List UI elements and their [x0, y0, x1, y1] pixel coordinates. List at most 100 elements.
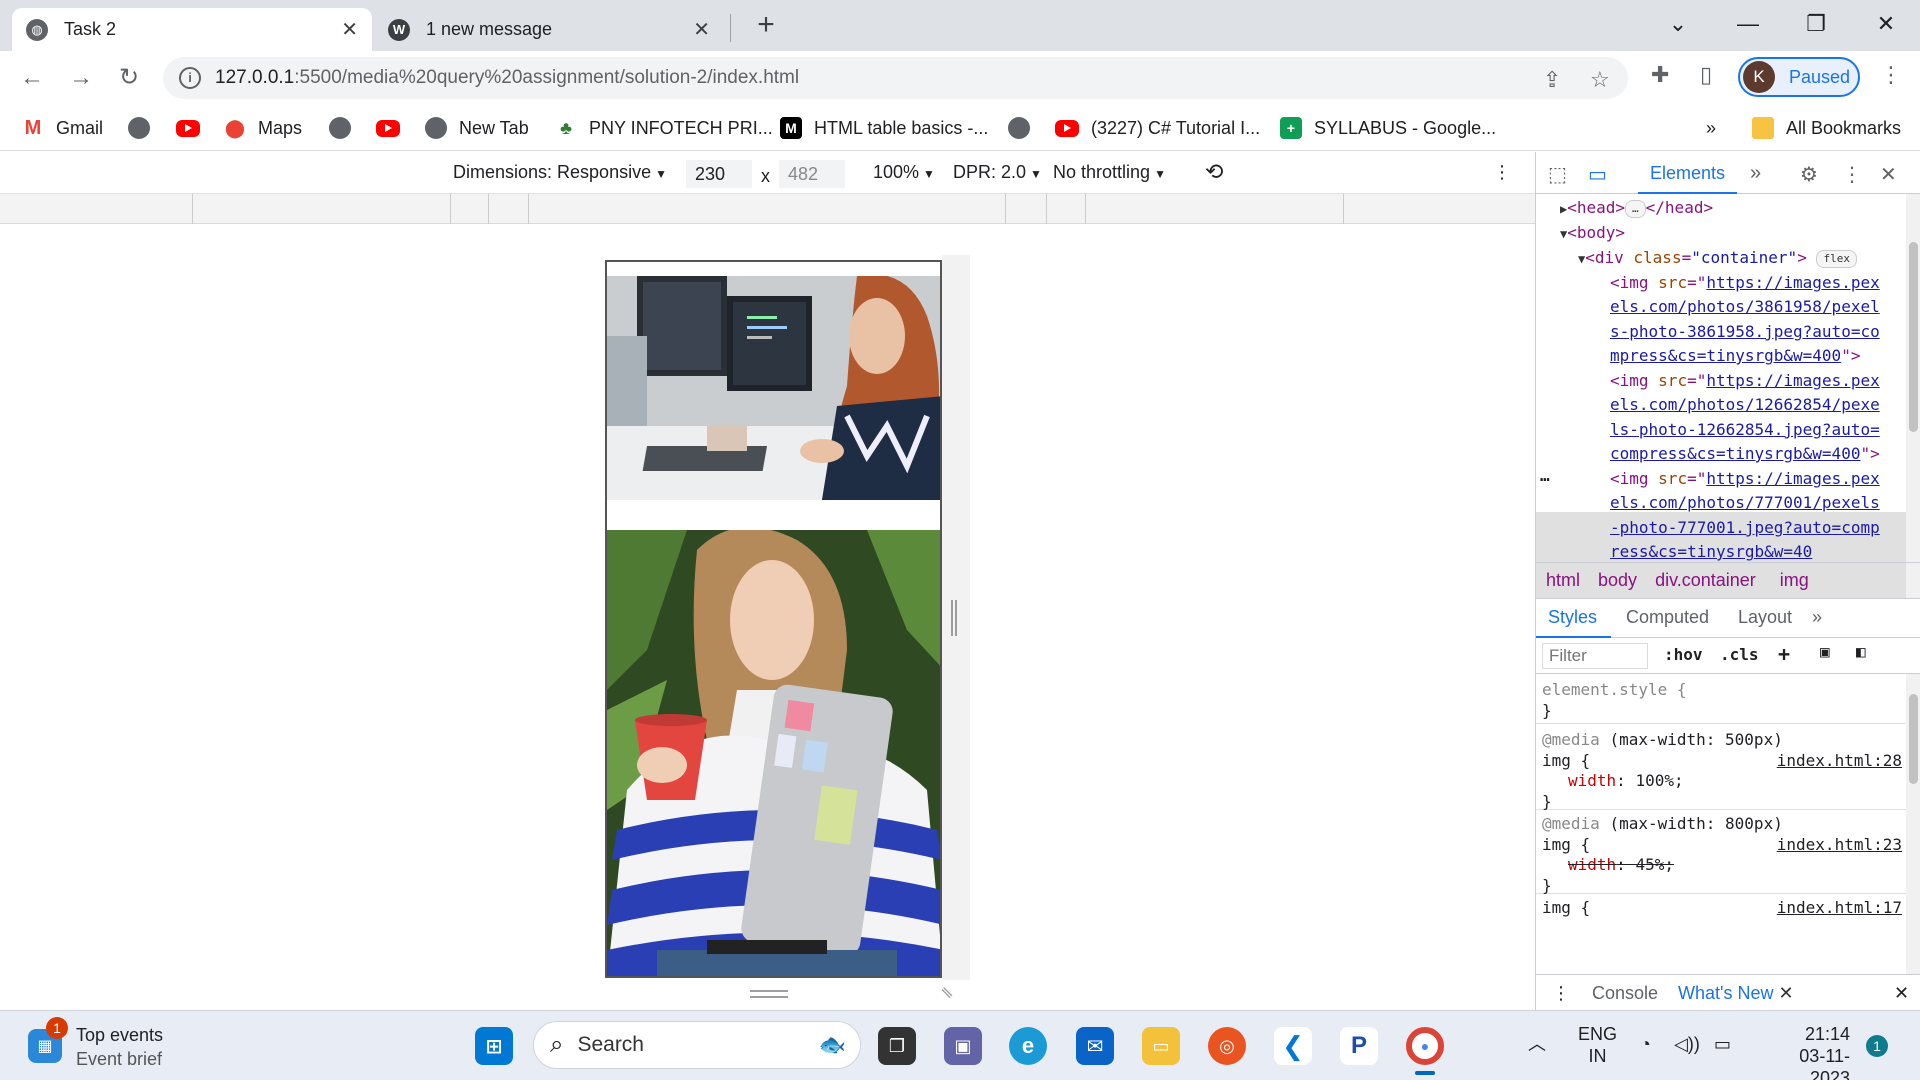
mail-icon[interactable]: ✉	[1076, 1027, 1114, 1065]
bookmark-youtube-1[interactable]	[176, 113, 212, 143]
extensions-icon[interactable]: ✚	[1651, 62, 1669, 88]
gear-icon[interactable]: ⚙	[1800, 162, 1818, 187]
inspect-element-icon[interactable]: ⬚	[1548, 162, 1567, 187]
menu-kebab-icon[interactable]: ⋮	[1880, 62, 1902, 88]
tab-task-2[interactable]: ◍ Task 2 ✕	[12, 8, 372, 51]
rule-media-500[interactable]: @media (max-width: 500px) img {index.htm…	[1536, 730, 1906, 811]
sidebar-toggle-icon[interactable]: ◧	[1856, 642, 1866, 661]
rotate-icon[interactable]: ⟲	[1205, 159, 1223, 185]
close-icon[interactable]: ✕	[693, 17, 710, 42]
bookmark-star-icon[interactable]: ☆	[1590, 67, 1610, 93]
devtools-menu-icon[interactable]: ⋮	[1842, 162, 1862, 187]
media-query-segment[interactable]	[1343, 194, 1344, 224]
height-input[interactable]: 482	[779, 160, 845, 188]
restore-icon[interactable]: ❐	[1786, 4, 1846, 44]
media-query-segment[interactable]	[1046, 194, 1047, 224]
more-tabs-icon[interactable]: »	[1750, 162, 1761, 185]
dom-node-container[interactable]: ▼<div class="container"> flex	[1578, 246, 1857, 272]
vscode-icon[interactable]: ❮	[1274, 1027, 1312, 1065]
side-panel-icon[interactable]: ▯	[1700, 62, 1712, 88]
media-query-bar[interactable]	[0, 194, 1535, 224]
rule-source-link[interactable]: index.html:23	[1777, 835, 1902, 856]
media-query-segment[interactable]	[192, 194, 193, 224]
all-bookmarks[interactable]: All Bookmarks	[1752, 113, 1901, 143]
media-query-segment[interactable]	[1005, 194, 1006, 224]
wifi-icon[interactable]: ◔	[1640, 1033, 1651, 1055]
tab-whats-new[interactable]: What's New ✕	[1678, 983, 1794, 1004]
device-menu-icon[interactable]: ⋮	[1493, 162, 1511, 183]
close-icon[interactable]: ✕	[341, 17, 358, 42]
img-1-url-line[interactable]: els.com/photos/3861958/pexel	[1610, 295, 1880, 320]
media-query-segment[interactable]	[450, 194, 451, 224]
dom-node-head[interactable]: ▶<head>… </head>	[1560, 196, 1713, 222]
tab-computed[interactable]: Computed	[1626, 607, 1709, 628]
bookmark-new-tab[interactable]: New Tab	[425, 113, 529, 143]
language-indicator[interactable]: ENG IN	[1578, 1023, 1617, 1067]
media-query-segment[interactable]	[528, 194, 529, 224]
img-3-url-line[interactable]: els.com/photos/777001/pexels	[1610, 491, 1880, 516]
tab-elements[interactable]: Elements	[1638, 152, 1738, 194]
address-bar[interactable]: i 127.0.0.1:5500/media%20query%20assignm…	[163, 57, 1628, 99]
bookmark-globe-1[interactable]	[128, 113, 162, 143]
battery-icon[interactable]: ▭	[1714, 1033, 1731, 1055]
img-1-url-line[interactable]: s-photo-3861958.jpeg?auto=co	[1610, 320, 1880, 345]
paint-icon[interactable]: ▣	[1820, 642, 1830, 661]
img-1-url-line[interactable]: mpress&cs=tinysrgb&w=400">	[1610, 344, 1860, 369]
rule-media-800[interactable]: @media (max-width: 800px) img {index.htm…	[1536, 814, 1906, 895]
throttling-select[interactable]: No throttling ▼	[1053, 162, 1166, 183]
bookmark-globe-2[interactable]	[329, 113, 363, 143]
dimensions-select[interactable]: Dimensions: Responsive ▼	[453, 162, 667, 183]
crumb-html[interactable]: html	[1546, 570, 1580, 590]
rule-img-base[interactable]: img {index.html:17	[1536, 898, 1906, 938]
rule-declaration-overridden[interactable]: width: 45%;	[1542, 855, 1906, 876]
bookmark-gmail[interactable]: M Gmail	[22, 113, 103, 143]
cls-toggle[interactable]: .cls	[1720, 645, 1759, 664]
img-2-url-line[interactable]: compress&cs=tinysrgb&w=400">	[1610, 442, 1880, 467]
rule-source-link[interactable]: index.html:28	[1777, 751, 1902, 772]
ubuntu-icon[interactable]: ◎	[1208, 1027, 1246, 1065]
tab-new-message[interactable]: W 1 new message ✕	[374, 8, 724, 51]
tab-console[interactable]: Console	[1592, 983, 1658, 1004]
forward-button[interactable]: →	[65, 62, 97, 94]
styles-scrollbar[interactable]	[1906, 674, 1920, 974]
clock[interactable]: 21:14 03-11-2023	[1760, 1023, 1850, 1080]
app-p-icon[interactable]: P	[1340, 1027, 1378, 1065]
img-3-url-line[interactable]: ress&cs=tinysrgb&w=40	[1610, 540, 1812, 565]
dom-node-body[interactable]: ▼<body>	[1560, 221, 1625, 247]
bookmark-pny[interactable]: ♣ PNY INFOTECH PRI...	[555, 113, 773, 143]
minimize-icon[interactable]: —	[1718, 4, 1778, 44]
dom-node-img-3[interactable]: <img src="https://images.pex	[1610, 467, 1880, 492]
crumb-body[interactable]: body	[1598, 570, 1637, 590]
hov-toggle[interactable]: :hov	[1664, 645, 1703, 664]
taskbar-search[interactable]: ⌕ Search 🐟	[533, 1021, 861, 1069]
dpr-select[interactable]: DPR: 2.0 ▼	[953, 162, 1042, 183]
bookmark-csharp[interactable]: (3227) C# Tutorial I...	[1055, 113, 1260, 143]
close-devtools-icon[interactable]: ✕	[1880, 162, 1897, 187]
node-actions-icon[interactable]: …	[1540, 464, 1550, 489]
rule-source-link[interactable]: index.html:17	[1777, 898, 1902, 919]
bookmark-globe-3[interactable]	[1008, 113, 1042, 143]
tab-styles[interactable]: Styles	[1548, 607, 1597, 628]
flex-badge[interactable]: flex	[1816, 249, 1857, 268]
img-2-url-line[interactable]: ls-photo-12662854.jpeg?auto=	[1610, 418, 1880, 443]
img-2-url-line[interactable]: els.com/photos/12662854/pexe	[1610, 393, 1880, 418]
url-text[interactable]: 127.0.0.1:5500/media%20query%20assignmen…	[215, 67, 799, 89]
notification-badge[interactable]: 1	[1866, 1035, 1888, 1057]
bookmark-maps[interactable]: ⬤ Maps	[224, 113, 302, 143]
crumb-container[interactable]: div.container	[1655, 570, 1756, 590]
bookmark-html-table[interactable]: M HTML table basics -...	[780, 113, 988, 143]
resize-handle-bottom[interactable]	[750, 990, 788, 998]
zoom-select[interactable]: 100% ▼	[873, 162, 935, 183]
bookmark-youtube-2[interactable]	[376, 113, 412, 143]
window-close-icon[interactable]: ✕	[1856, 4, 1916, 44]
more-panels-icon[interactable]: »	[1812, 607, 1822, 628]
dom-scrollbar-thumb[interactable]	[1909, 242, 1918, 432]
tray-overflow-icon[interactable]: ︿	[1528, 1033, 1546, 1055]
dom-tree[interactable]: ▶<head>… </head> ▼<body> ▼<div class="con…	[1536, 194, 1906, 599]
width-input[interactable]: 230	[686, 160, 752, 188]
profile-button[interactable]: K Paused	[1738, 57, 1860, 97]
rule-declaration[interactable]: width: 100%;	[1542, 771, 1906, 792]
styles-filter-input[interactable]: Filter	[1542, 643, 1648, 669]
volume-icon[interactable]: ◁))	[1674, 1033, 1700, 1055]
task-view-icon[interactable]: ❐	[878, 1027, 916, 1065]
